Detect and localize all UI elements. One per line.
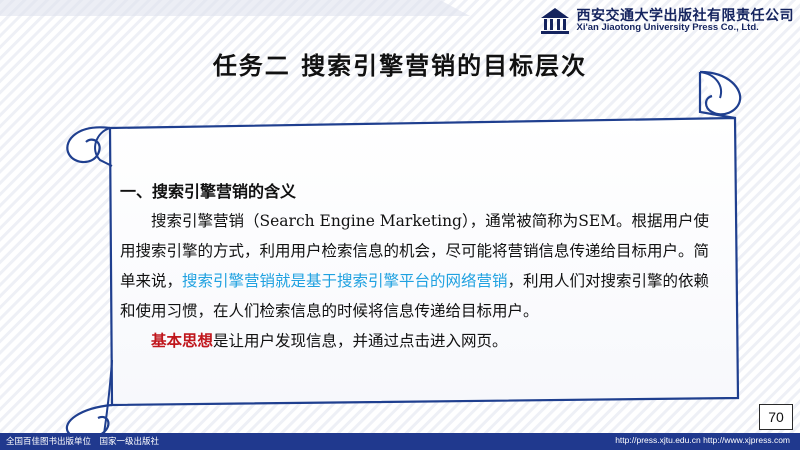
basic-idea-label: 基本思想 (151, 331, 214, 350)
basic-idea-paragraph: 基本思想是让用户发现信息，并通过点击进入网页。 (120, 326, 720, 356)
section-heading: 一、搜索引擎营销的含义 (120, 182, 297, 201)
page-number: 70 (759, 404, 793, 430)
slide-body: 一、搜索引擎营销的含义 搜索引擎营销（Search Engine Marketi… (120, 178, 720, 356)
basic-idea-text: 是让用户发现信息，并通过点击进入网页。 (213, 332, 508, 350)
footer-left-text: 全国百佳图书出版单位 国家一级出版社 (6, 437, 160, 447)
definition-highlight: 搜索引擎营销就是基于搜索引擎平台的网络营销 (182, 272, 508, 290)
definition-paragraph: 搜索引擎营销（Search Engine Marketing），通常被简称为SE… (120, 206, 720, 326)
footer-urls: http://press.xjtu.edu.cn http://www.xjpr… (615, 435, 790, 445)
footer-bar: 全国百佳图书出版单位 国家一级出版社 http://press.xjtu.edu… (0, 433, 800, 450)
